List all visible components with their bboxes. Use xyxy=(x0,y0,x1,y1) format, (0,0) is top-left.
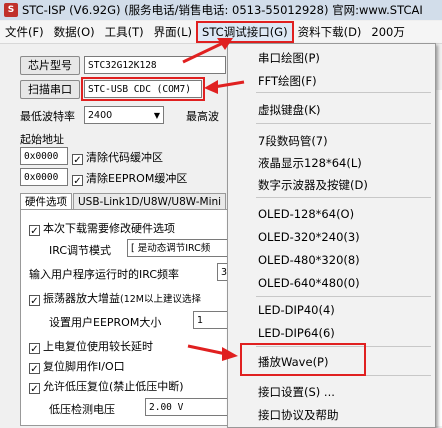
chevron-down-icon: ▼ xyxy=(153,111,160,120)
menu-oled-480x320[interactable]: OLED-480*320(8) xyxy=(258,253,360,267)
low-volt-detect-label: 低压检测电压 xyxy=(49,403,115,416)
menu-led-dip64[interactable]: LED-DIP64(6) xyxy=(258,326,335,340)
stc-debug-dropdown: 串口绘图(P) FFT绘图(F) 虚拟键盘(K) 7段数码管(7) 液晶显示12… xyxy=(227,43,436,428)
menu-oled-128x64[interactable]: OLED-128*64(O) xyxy=(258,207,354,221)
menu-lcd-128x64[interactable]: 液晶显示128*64(L) xyxy=(258,155,362,171)
chip-model-button[interactable]: 芯片型号 xyxy=(20,56,80,75)
menu-interface[interactable]: 界面(L) xyxy=(149,22,197,42)
max-baud-label: 最高波 xyxy=(186,110,219,123)
clear-eeprom-checkbox[interactable]: ✓ 清除EEPROM缓冲区 xyxy=(72,170,188,187)
start-address-label: 起始地址 xyxy=(20,133,64,146)
menu-separator xyxy=(256,296,431,297)
check-icon: ✓ xyxy=(29,363,40,375)
eeprom-size-label: 设置用户EEPROM大小 xyxy=(49,316,162,329)
option-tabs: 硬件选项 USB-Link1D/U8W/U8W-Mini xyxy=(20,193,227,210)
menu-data[interactable]: 数据(O) xyxy=(49,22,100,42)
min-baud-select[interactable]: 2400 ▼ xyxy=(84,106,164,124)
tab-usb-link[interactable]: USB-Link1D/U8W/U8W-Mini xyxy=(73,193,227,210)
scan-port-button[interactable]: 扫描串口 xyxy=(20,80,80,99)
menu-oled-640x480[interactable]: OLED-640*480(0) xyxy=(258,276,360,290)
low-volt-note: (禁止低压中断) xyxy=(109,380,184,393)
menu-separator xyxy=(256,92,431,93)
amp-gain-note: (12M以上建议选择 xyxy=(120,294,201,305)
check-icon: ✓ xyxy=(72,154,83,166)
menu-tools[interactable]: 工具(T) xyxy=(100,22,149,42)
min-baud-label: 最低波特率 xyxy=(20,110,75,123)
tab-hardware-options[interactable]: 硬件选项 xyxy=(20,193,72,210)
clear-code-label: 清除代码缓冲区 xyxy=(86,151,163,164)
irc-mode-label: IRC调节模式 xyxy=(49,244,112,257)
code-address-field[interactable]: 0x0000 xyxy=(20,147,68,165)
menu-led-dip40[interactable]: LED-DIP40(4) xyxy=(258,303,335,317)
long-reset-label: 上电复位使用较长延时 xyxy=(43,340,153,353)
reset-io-checkbox[interactable]: ✓ 复位脚用作I/O口 xyxy=(29,358,125,375)
modify-hw-label: 本次下载需要修改硬件选项 xyxy=(43,222,175,235)
amp-gain-checkbox[interactable]: ✓ 振荡器放大增益(12M以上建议选择 xyxy=(29,290,201,307)
menu-separator xyxy=(256,197,431,198)
stc-app-icon: S xyxy=(4,3,18,17)
menu-serial-plot[interactable]: 串口绘图(P) xyxy=(258,50,320,66)
modify-hw-checkbox[interactable]: ✓ 本次下载需要修改硬件选项 xyxy=(29,220,175,237)
window-title: STC-ISP (V6.92G) (服务电话/销售电话: 0513-550129… xyxy=(22,3,423,17)
menu-separator xyxy=(256,123,431,124)
check-icon: ✓ xyxy=(29,343,40,355)
play-wave-highlight-box xyxy=(240,343,366,376)
reset-io-label: 复位脚用作I/O口 xyxy=(43,360,125,373)
low-volt-reset-label: 允许低压复位 xyxy=(43,380,109,393)
clear-code-checkbox[interactable]: ✓ 清除代码缓冲区 xyxy=(72,149,163,166)
low-volt-reset-checkbox[interactable]: ✓ 允许低压复位(禁止低压中断) xyxy=(29,378,184,395)
menu-2m[interactable]: 200万 xyxy=(366,22,409,42)
low-volt-select[interactable]: 2.00 V xyxy=(145,398,235,416)
check-icon: ✓ xyxy=(29,383,40,395)
menu-protocol-help[interactable]: 接口协议及帮助 xyxy=(258,407,339,423)
check-icon: ✓ xyxy=(29,295,40,307)
min-baud-value: 2400 xyxy=(88,110,113,121)
menu-file[interactable]: 文件(F) xyxy=(0,22,49,42)
menu-7seg[interactable]: 7段数码管(7) xyxy=(258,133,328,149)
clear-eeprom-label: 清除EEPROM缓冲区 xyxy=(86,172,188,185)
check-icon: ✓ xyxy=(29,225,40,237)
long-reset-checkbox[interactable]: ✓ 上电复位使用较长延时 xyxy=(29,338,153,355)
menu-downloads[interactable]: 资料下载(D) xyxy=(293,22,367,42)
menu-oled-320x240[interactable]: OLED-320*240(3) xyxy=(258,230,360,244)
port-highlight-box xyxy=(81,77,205,101)
chip-model-field[interactable]: STC32G12K128 xyxy=(84,56,226,74)
eeprom-size-value: 1 xyxy=(197,315,204,326)
amp-gain-label: 振荡器放大增益 xyxy=(43,292,120,305)
menu-stc-debug[interactable]: STC调试接口(G) xyxy=(196,21,294,43)
menu-interface-settings[interactable]: 接口设置(S) ... xyxy=(258,384,335,400)
irc-freq-label: 输入用户程序运行时的IRC频率 xyxy=(29,268,180,281)
title-bar: S STC-ISP (V6.92G) (服务电话/销售电话: 0513-5501… xyxy=(0,0,442,20)
hardware-options-panel: ✓ 本次下载需要修改硬件选项 IRC调节模式 [ 是动态调节IRC频 输入用户程序… xyxy=(20,209,250,426)
menu-fft-plot[interactable]: FFT绘图(F) xyxy=(258,73,317,89)
eeprom-address-field[interactable]: 0x0000 xyxy=(20,168,68,186)
menu-bar: 文件(F) 数据(O) 工具(T) 界面(L) STC调试接口(G) 资料下载(… xyxy=(0,21,442,44)
menu-virtual-keyboard[interactable]: 虚拟键盘(K) xyxy=(258,102,321,118)
menu-oscilloscope[interactable]: 数字示波器及按键(D) xyxy=(258,177,368,193)
check-icon: ✓ xyxy=(72,175,83,187)
